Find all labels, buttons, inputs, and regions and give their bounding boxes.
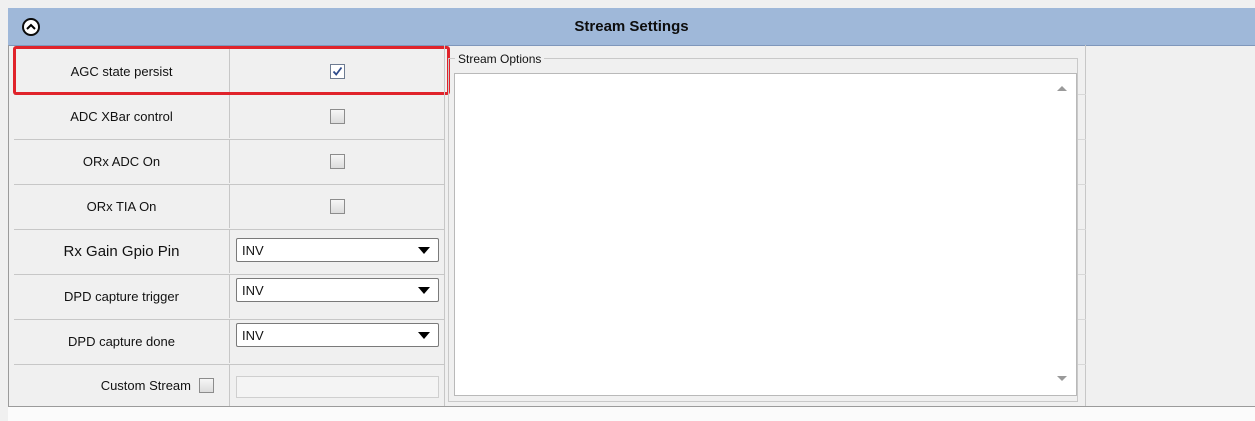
- dpd-capture-trigger-value: INV: [242, 283, 264, 298]
- section-title: Stream Settings: [574, 18, 689, 35]
- custom-stream-cell: [230, 364, 444, 408]
- custom-stream-checkbox[interactable]: [199, 378, 214, 393]
- dpd-capture-trigger-label: DPD capture trigger: [14, 274, 230, 318]
- rx-gain-gpio-pin-dropdown[interactable]: INV: [236, 238, 439, 262]
- stream-settings-panel: Stream Settings AGC state persist ADC XB…: [0, 0, 1255, 421]
- orx-tia-on-cell: [230, 184, 444, 228]
- row-dpd-capture-done: DPD capture done INV: [14, 319, 444, 365]
- orx-adc-on-checkbox[interactable]: [329, 153, 345, 169]
- orx-adc-on-label: ORx ADC On: [14, 139, 230, 183]
- left-border: [8, 45, 9, 420]
- rx-gain-gpio-pin-label: Rx Gain Gpio Pin: [14, 229, 230, 273]
- column-divider: [444, 45, 445, 406]
- adc-xbar-control-label: ADC XBar control: [14, 94, 230, 138]
- custom-stream-input[interactable]: [236, 376, 439, 398]
- rx-gain-gpio-pin-cell: INV: [230, 229, 444, 273]
- rx-gain-gpio-pin-value: INV: [242, 243, 264, 258]
- row-custom-stream: Custom Stream: [14, 364, 444, 409]
- grid-line: [1078, 94, 1086, 95]
- dpd-capture-trigger-dropdown[interactable]: INV: [236, 278, 439, 302]
- section-header: Stream Settings: [8, 8, 1255, 46]
- dpd-capture-done-value: INV: [242, 328, 264, 343]
- custom-stream-label: Custom Stream: [100, 378, 191, 393]
- orx-tia-on-label: ORx TIA On: [14, 184, 230, 228]
- grid-line: [1078, 184, 1086, 185]
- stream-options-label: Stream Options: [455, 52, 545, 66]
- dropdown-arrow-icon: [418, 247, 430, 254]
- dpd-capture-done-label: DPD capture done: [14, 319, 230, 363]
- top-border: [0, 0, 1255, 8]
- highlight-box: [13, 46, 450, 95]
- dpd-capture-done-dropdown[interactable]: INV: [236, 323, 439, 347]
- grid-line: [1078, 364, 1086, 365]
- dropdown-arrow-icon: [418, 332, 430, 339]
- grid-line: [1078, 274, 1086, 275]
- scroll-down-icon[interactable]: [1057, 376, 1067, 381]
- orx-adc-on-cell: [230, 139, 444, 183]
- row-adc-xbar-control: ADC XBar control: [14, 94, 444, 140]
- row-orx-tia-on: ORx TIA On: [14, 184, 444, 230]
- scroll-up-icon[interactable]: [1057, 86, 1067, 91]
- orx-tia-on-checkbox[interactable]: [329, 198, 345, 214]
- row-rx-gain-gpio-pin: Rx Gain Gpio Pin INV: [14, 229, 444, 275]
- dpd-capture-trigger-cell: INV: [230, 274, 444, 318]
- row-orx-adc-on: ORx ADC On: [14, 139, 444, 185]
- row-dpd-capture-trigger: DPD capture trigger INV: [14, 274, 444, 320]
- grid-line: [1078, 319, 1086, 320]
- grid-line: [1078, 139, 1086, 140]
- bottom-bar: [8, 406, 1255, 421]
- custom-stream-label-cell: Custom Stream: [14, 364, 230, 408]
- right-empty-panel: [1085, 45, 1255, 406]
- dropdown-arrow-icon: [418, 287, 430, 294]
- adc-xbar-control-checkbox[interactable]: [329, 108, 345, 124]
- grid-line: [1078, 229, 1086, 230]
- stream-options-textarea[interactable]: [454, 73, 1077, 396]
- adc-xbar-control-cell: [230, 94, 444, 138]
- dpd-capture-done-cell: INV: [230, 319, 444, 363]
